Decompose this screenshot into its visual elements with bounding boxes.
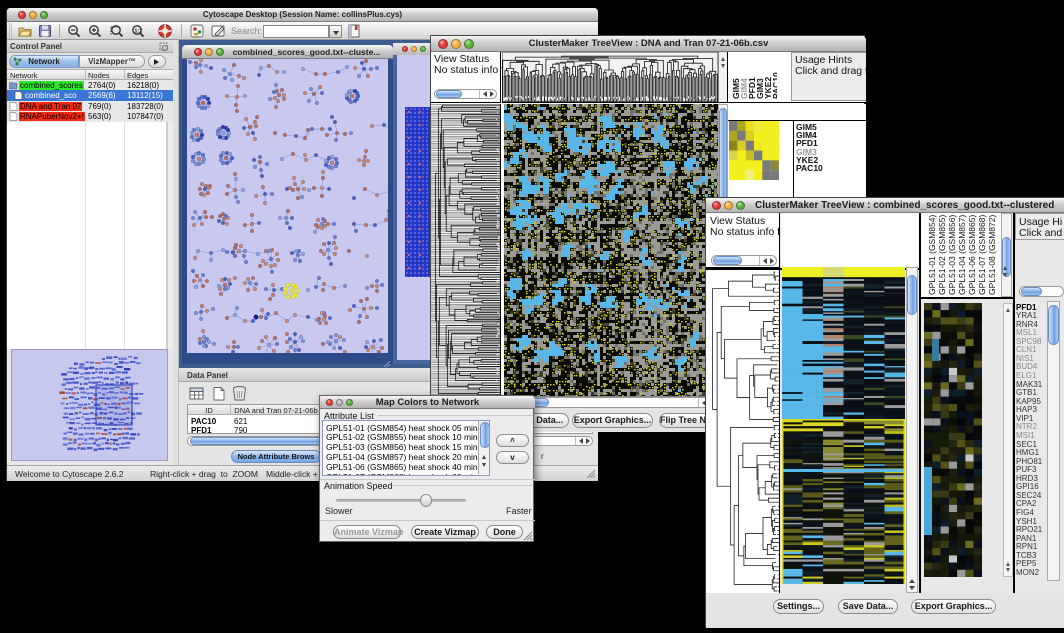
svg-text:1:1: 1:1 (134, 28, 142, 34)
